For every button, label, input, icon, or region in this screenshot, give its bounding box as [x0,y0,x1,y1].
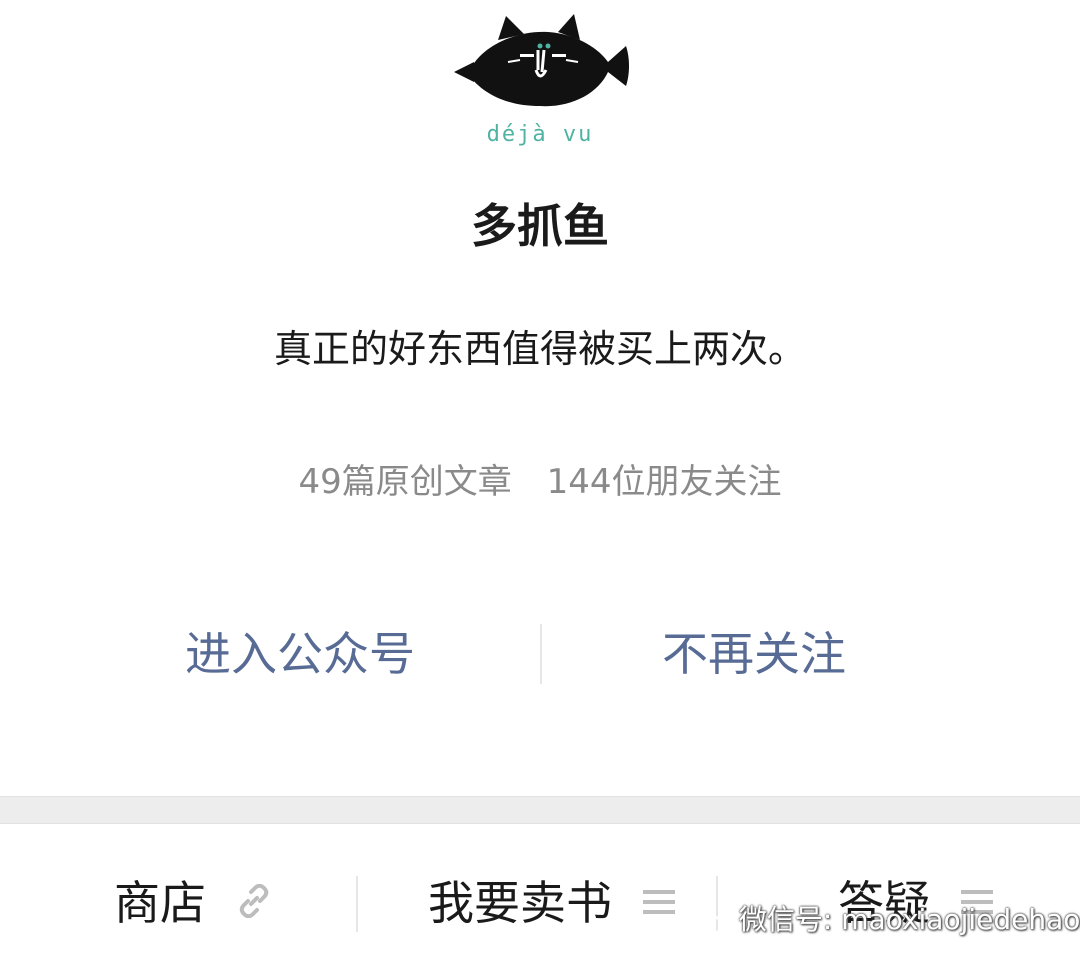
menu-divider [356,876,358,932]
account-card-page: déjà vu 多抓鱼 真正的好东西值得被买上两次。 49篇原创文章 144位朋… [0,0,1080,969]
account-logo: déjà vu [440,10,640,160]
unfollow-button[interactable]: 不再关注 [574,618,934,690]
action-bar: 进入公众号 不再关注 [0,618,1080,690]
logo-text: déjà vu [486,122,594,147]
follower-count: 144位朋友关注 [546,462,782,502]
account-stats: 49篇原创文章 144位朋友关注 [0,454,1080,503]
wechat-watermark: 微信号: maoxiaojiedehao [678,895,1080,945]
menu-lines-icon [642,847,675,957]
article-count: 49篇原创文章 [298,462,512,502]
menu-item-label: 我要卖书 [428,876,612,930]
enter-account-button[interactable]: 进入公众号 [120,618,480,690]
action-divider [540,624,542,684]
account-description: 真正的好东西值得被买上两次。 [273,327,806,371]
menu-item-label: 商店 [114,876,206,930]
watermark-text: 微信号: maoxiaojiedehao [738,903,1080,936]
link-icon [237,847,271,957]
menu-item-shop[interactable]: 商店 [114,848,271,958]
account-name: 多抓鱼 [471,199,609,253]
wechat-logo-icon [678,904,723,937]
menu-item-sell-books[interactable]: 我要卖书 [428,848,675,958]
fish-cat-logo-icon [454,14,629,107]
section-separator [0,796,1080,824]
